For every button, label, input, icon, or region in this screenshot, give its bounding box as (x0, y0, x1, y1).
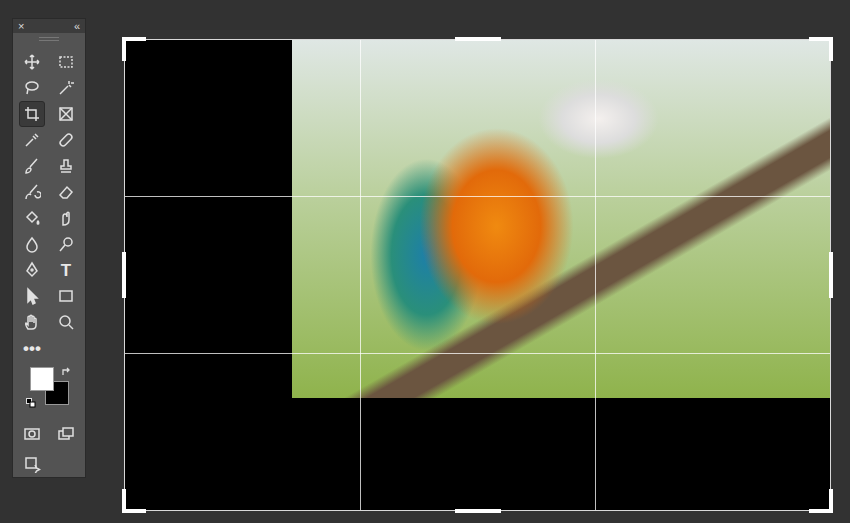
default-colors-icon[interactable] (26, 398, 36, 408)
history-tool[interactable] (19, 179, 45, 205)
foreground-color[interactable] (30, 367, 54, 391)
healing-icon (57, 131, 75, 149)
move-tool[interactable] (19, 49, 45, 75)
select-tool[interactable] (19, 283, 45, 309)
dodge-icon (57, 235, 75, 253)
blur-icon (23, 235, 41, 253)
pen-icon (23, 261, 41, 279)
crop-handle[interactable] (122, 37, 146, 61)
pen-tool[interactable] (19, 257, 45, 283)
more-tool[interactable]: ••• (19, 335, 45, 361)
panel-grip[interactable] (39, 37, 59, 41)
crop-handle[interactable] (829, 252, 833, 298)
generate-icon (23, 455, 41, 473)
crop-handle[interactable] (122, 252, 126, 298)
brush-icon (23, 157, 41, 175)
frame-icon (57, 105, 75, 123)
blur-tool[interactable] (19, 231, 45, 257)
panel-header: ×« (13, 19, 85, 33)
history-icon (23, 183, 41, 201)
marquee-icon (57, 53, 75, 71)
quickmask-icon (23, 425, 41, 443)
grid-line (125, 196, 830, 197)
close-button[interactable]: × (18, 19, 24, 33)
screenmode-icon (57, 425, 75, 443)
hand-tool[interactable] (19, 309, 45, 335)
grid-line (125, 353, 830, 354)
generate-tool[interactable] (19, 451, 45, 477)
stamp-icon (57, 157, 75, 175)
quickmask-tool[interactable] (19, 421, 45, 447)
rectangle-icon (57, 287, 75, 305)
healing-tool[interactable] (53, 127, 79, 153)
type-tool[interactable]: T (53, 257, 79, 283)
smudge-icon (57, 209, 75, 227)
rectangle-tool[interactable] (53, 283, 79, 309)
frame-tool[interactable] (53, 101, 79, 127)
screenmode-tool[interactable] (53, 421, 79, 447)
crop-handle[interactable] (122, 489, 146, 513)
crop-tool[interactable] (19, 101, 45, 127)
grid-line (360, 40, 361, 510)
marquee-tool[interactable] (53, 49, 79, 75)
zoom-tool[interactable] (53, 309, 79, 335)
swap-colors-icon[interactable] (61, 366, 73, 378)
smudge-tool[interactable] (53, 205, 79, 231)
stamp-tool[interactable] (53, 153, 79, 179)
brush-tool[interactable] (19, 153, 45, 179)
collapse-button[interactable]: « (74, 19, 80, 33)
crop-handle[interactable] (455, 509, 501, 513)
color-swatches (25, 365, 73, 411)
eraser-tool[interactable] (53, 179, 79, 205)
zoom-icon (57, 313, 75, 331)
eyedropper-tool[interactable] (19, 127, 45, 153)
photoshop-workspace: ×«T••• (0, 0, 850, 523)
hand-icon (23, 313, 41, 331)
eyedropper-icon (23, 131, 41, 149)
lasso-tool[interactable] (19, 75, 45, 101)
move-icon (23, 53, 41, 71)
crop-icon (23, 105, 41, 123)
dodge-tool[interactable] (53, 231, 79, 257)
wand-tool[interactable] (53, 75, 79, 101)
parrot-photo (292, 40, 830, 398)
crop-area[interactable] (125, 40, 830, 510)
lasso-icon (23, 79, 41, 97)
bucket-tool[interactable] (19, 205, 45, 231)
crop-handle[interactable] (809, 489, 833, 513)
grid-line (595, 40, 596, 510)
crop-handle[interactable] (809, 37, 833, 61)
wand-icon (57, 79, 75, 97)
eraser-icon (57, 183, 75, 201)
tools-panel: ×«T••• (12, 18, 86, 478)
bucket-icon (23, 209, 41, 227)
crop-handle[interactable] (455, 37, 501, 41)
select-icon (23, 287, 41, 305)
